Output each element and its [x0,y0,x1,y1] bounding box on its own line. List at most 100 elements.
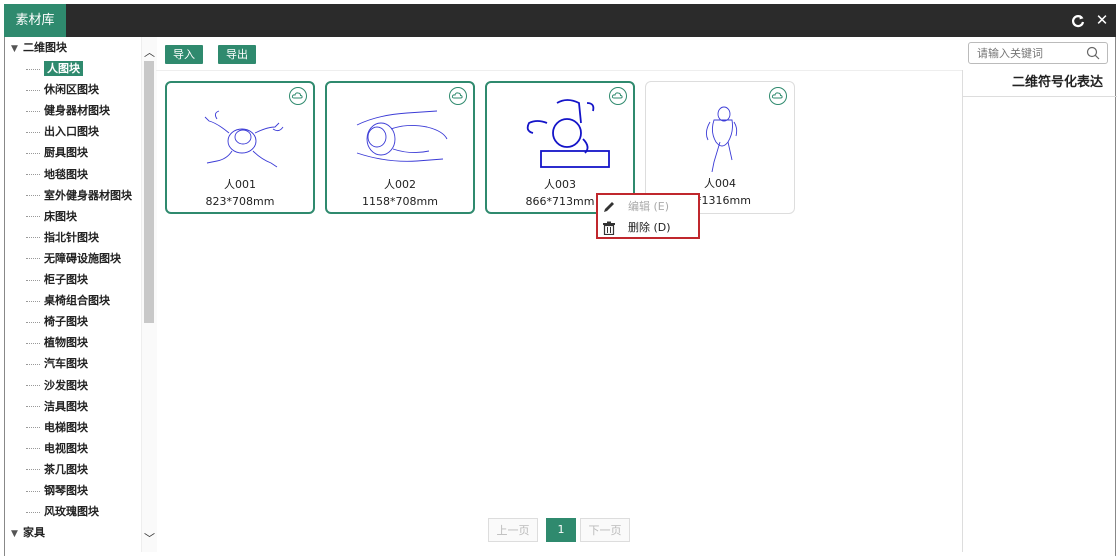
tree-node-furniture[interactable]: ▼ 家具 [4,522,45,543]
pencil-icon [604,202,614,212]
import-button[interactable]: 导入 [165,45,203,64]
scroll-up-icon[interactable]: ︿ [142,45,157,61]
menu-item-delete[interactable]: 删除 (D) [598,218,698,238]
tree-connector [26,300,40,302]
right-panel: 二维符号化表达 [962,70,1117,552]
tree-leaf-label: 无障碍设施图块 [44,251,121,265]
tree-leaf-label: 床图块 [44,209,77,223]
right-panel-title: 二维符号化表达 [963,70,1117,97]
tree-leaf-label: 植物图块 [44,336,88,350]
card-name: 人003 [544,178,576,191]
tree-leaf[interactable]: 柜子图块 [26,269,88,290]
trash-icon [603,221,615,235]
tree-leaf-label: 电梯图块 [44,420,88,434]
person-drawing-icon [204,110,284,168]
tree-leaf-label: 洁具图块 [44,399,88,413]
tree-connector [26,511,40,513]
tree-leaf-label: 电视图块 [44,441,88,455]
tree-leaf[interactable]: 沙发图块 [26,375,88,396]
person-drawing-icon [356,110,448,162]
tree-leaf-label: 钢琴图块 [44,484,88,497]
search-input[interactable] [969,43,1087,63]
tree-leaf[interactable]: 茶几图块 [26,459,88,480]
tree-leaf-label: 沙发图块 [44,378,88,392]
prev-page-button[interactable]: 上一页 [488,518,538,542]
tree-connector [26,427,40,429]
tree-leaf-label: 休闲区图块 [44,83,99,97]
card-size: 823*708mm [205,195,275,208]
tree-connector [26,110,40,112]
tree-leaf[interactable]: 出入口图块 [26,121,99,142]
export-button[interactable]: 导出 [218,45,256,64]
person-drawing-icon [526,99,610,168]
tree-node-2d-blocks[interactable]: ▼ 二维图块 [4,37,67,58]
tree-leaf[interactable]: 植物图块 [26,332,88,353]
tree-leaf-label: 椅子图块 [44,315,88,329]
tree-connector [26,237,40,239]
tree-leaf-label: 指北针图块 [44,230,99,244]
tree-leaf[interactable]: 休闲区图块 [26,79,99,100]
card-name: 人004 [704,177,736,190]
search-icon[interactable] [1086,46,1100,60]
tree-connector [26,89,40,91]
menu-item-delete-label: 删除 (D) [628,221,671,234]
window-tab[interactable]: 素材库 [4,4,66,37]
menu-item-edit-label: 编辑 (E) [628,200,670,213]
tree-leaf[interactable]: 床图块 [26,206,77,227]
refresh-icon[interactable] [1068,4,1088,37]
tree-leaf[interactable]: 钢琴图块 [26,480,88,501]
tree-leaf[interactable]: 椅子图块 [26,311,88,332]
tree-leaf[interactable]: 指北针图块 [26,227,99,248]
caret-down-icon[interactable]: ▼ [11,39,23,60]
tree-leaf-label: 健身器材图块 [44,104,110,118]
tree-leaf[interactable]: 电视图块 [26,438,88,459]
next-page-button[interactable]: 下一页 [580,518,630,542]
scroll-thumb[interactable] [144,61,154,323]
context-menu: 编辑 (E) 删除 (D) [596,193,700,239]
tree-leaf[interactable]: 风玫瑰图块 [26,501,99,522]
title-bar: 素材库 ✕ [4,4,1116,37]
tree-connector [26,258,40,260]
tree-connector [26,448,40,450]
card-size: 1158*708mm [362,195,438,208]
tree-leaf[interactable]: 地毯图块 [26,164,88,185]
search-box [968,42,1108,64]
person-drawing-icon [705,106,738,172]
tree-leaf-label: 出入口图块 [44,125,99,139]
page-number-current[interactable]: 1 [546,518,576,542]
tree-leaf[interactable]: 室外健身器材图块 [26,185,132,206]
close-icon[interactable]: ✕ [1092,4,1112,37]
caret-down-icon[interactable]: ▼ [11,524,23,545]
tree-leaf[interactable]: 人图块 [26,58,83,79]
menu-item-edit[interactable]: 编辑 (E) [598,197,698,217]
tree-scrollbar[interactable]: ︿ ﹀ [141,37,157,552]
tree-leaf-label: 室外健身器材图块 [44,188,132,202]
card-name: 人001 [224,178,256,191]
tree-connector [26,68,40,70]
tree-leaf[interactable]: 无障碍设施图块 [26,248,121,269]
tree-leaf-label: 厨具图块 [44,146,88,160]
tree-leaf-label: 汽车图块 [44,357,88,371]
tree-connector [26,490,40,492]
tree-connector [26,342,40,344]
tree-leaf[interactable]: 桌椅组合图块 [26,290,110,311]
tree-leaf[interactable]: 厨具图块 [26,142,88,163]
tree-connector [26,195,40,197]
tree-leaf[interactable]: 健身器材图块 [26,100,110,121]
tree-node-label: 家具 [23,526,45,540]
content-divider [156,70,962,71]
tree-connector [26,321,40,323]
tree-connector [26,152,40,154]
tree-connector [26,216,40,218]
material-card[interactable]: 人001 823*708mm [165,81,315,214]
tree-node-label: 二维图块 [23,41,67,54]
tree-connector [26,363,40,365]
tree-leaf-label: 桌椅组合图块 [44,294,110,308]
scroll-down-icon[interactable]: ﹀ [142,531,157,547]
tree-leaf[interactable]: 汽车图块 [26,353,88,374]
tree-leaf-label: 风玫瑰图块 [44,505,99,519]
card-name: 人002 [384,178,416,191]
tree-leaf[interactable]: 电梯图块 [26,417,88,438]
tree-leaf[interactable]: 洁具图块 [26,396,88,417]
material-card[interactable]: 人002 1158*708mm [325,81,475,214]
